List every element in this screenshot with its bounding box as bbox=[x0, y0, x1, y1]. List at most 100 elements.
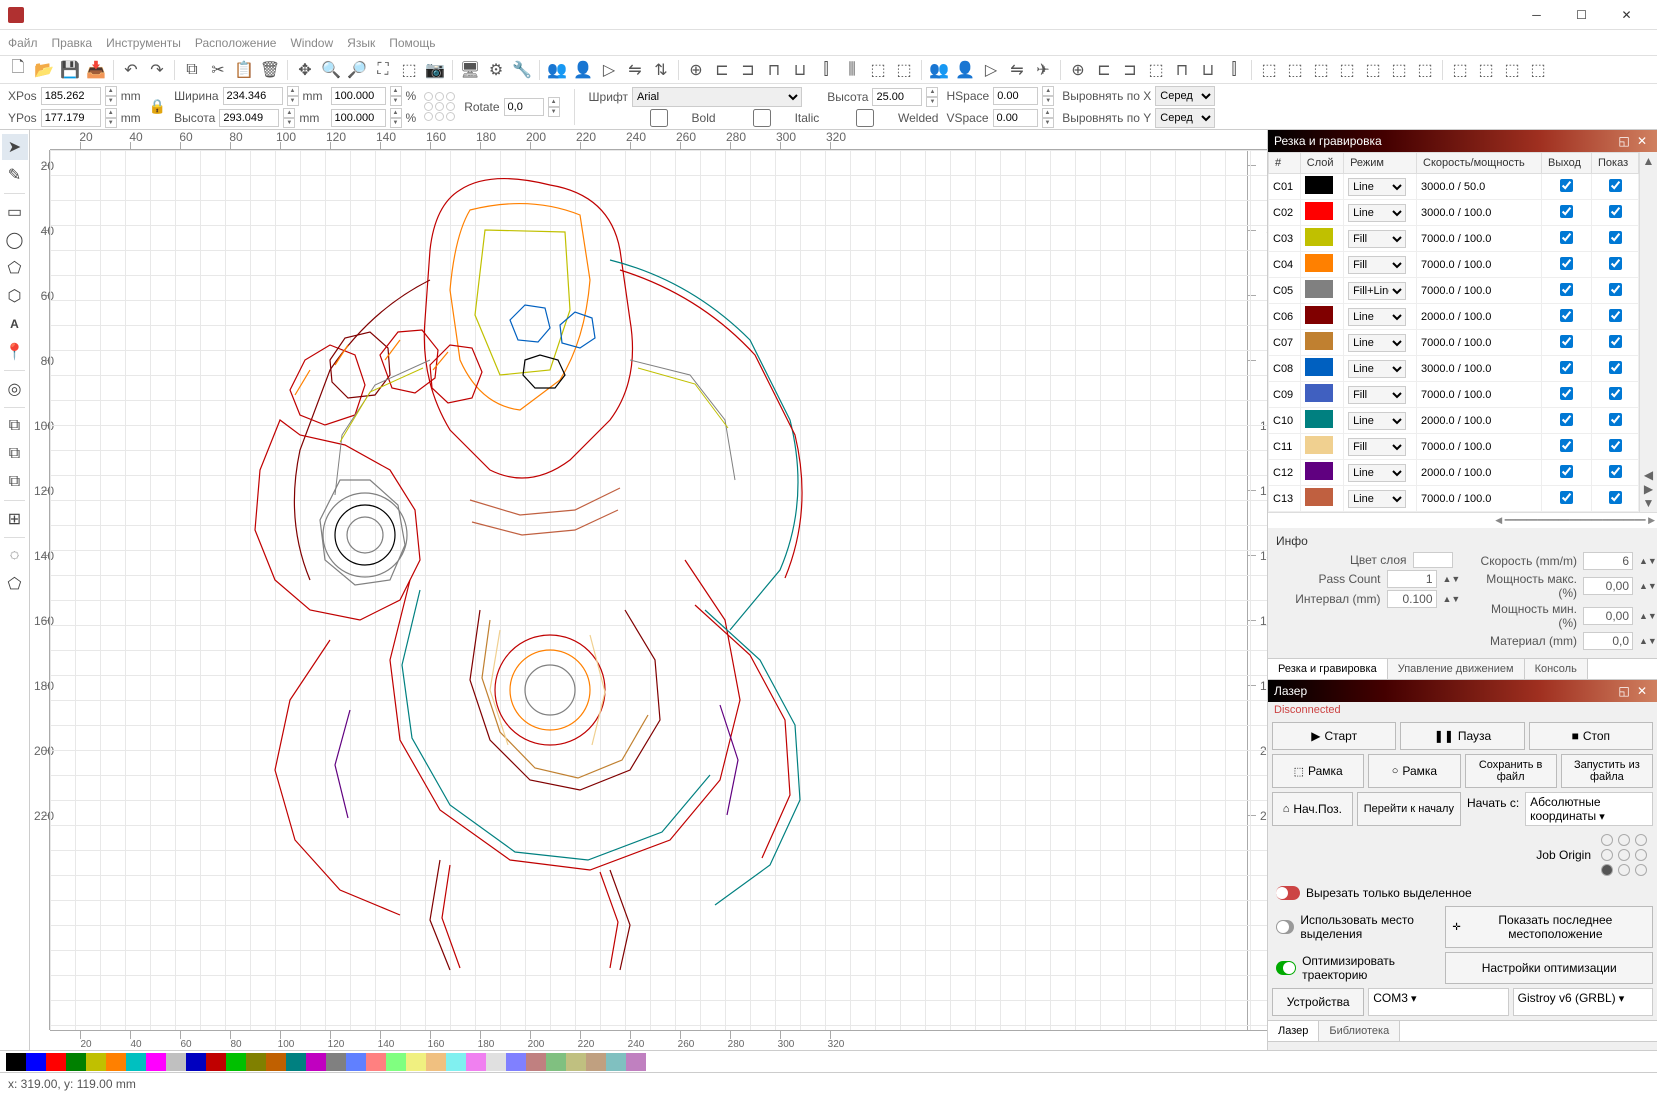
palette-swatch[interactable] bbox=[246, 1053, 266, 1071]
grid-tool-icon[interactable]: ⊞ bbox=[2, 506, 28, 532]
import-icon[interactable]: 📥 bbox=[84, 58, 108, 82]
layer-scrollbar[interactable]: ▲◀▶▼ bbox=[1639, 152, 1657, 512]
palette-swatch[interactable] bbox=[506, 1053, 526, 1071]
palette-swatch[interactable] bbox=[346, 1053, 366, 1071]
goto-origin-button[interactable]: Перейти к началу bbox=[1357, 792, 1461, 826]
palette-swatch[interactable] bbox=[286, 1053, 306, 1071]
italic-checkbox[interactable] bbox=[732, 109, 792, 127]
output-checkbox[interactable] bbox=[1560, 205, 1573, 218]
palette-swatch[interactable] bbox=[586, 1053, 606, 1071]
frame1-button[interactable]: ⬚ Рамка bbox=[1272, 754, 1364, 788]
layer-row[interactable]: C13Line7000.0 / 100.0 bbox=[1269, 486, 1639, 512]
distribute-h-icon[interactable]: ⬚ bbox=[866, 58, 890, 82]
palette-swatch[interactable] bbox=[166, 1053, 186, 1071]
palette-swatch[interactable] bbox=[566, 1053, 586, 1071]
pin-tool-icon[interactable]: 📍 bbox=[2, 339, 28, 365]
pause-button[interactable]: ❚❚ Пауза bbox=[1400, 722, 1524, 750]
alignx-select[interactable]: Серед bbox=[1155, 86, 1215, 106]
ungroup2-icon[interactable]: 👤 bbox=[953, 58, 977, 82]
output-checkbox[interactable] bbox=[1560, 309, 1573, 322]
stop-button[interactable]: ■ Стоп bbox=[1529, 722, 1653, 750]
dist6-icon[interactable]: ⬚ bbox=[1387, 58, 1411, 82]
tools-icon[interactable]: 🔧 bbox=[510, 58, 534, 82]
palette-swatch[interactable] bbox=[466, 1053, 486, 1071]
width-input[interactable] bbox=[223, 87, 283, 105]
palette-swatch[interactable] bbox=[406, 1053, 426, 1071]
monitor-icon[interactable]: 🖥 bbox=[458, 58, 482, 82]
output-checkbox[interactable] bbox=[1560, 283, 1573, 296]
pct2-input[interactable] bbox=[331, 109, 386, 127]
palette-swatch[interactable] bbox=[86, 1053, 106, 1071]
new-icon[interactable]: 🗋 bbox=[6, 58, 30, 82]
layer-row[interactable]: C10Line2000.0 / 100.0 bbox=[1269, 408, 1639, 434]
flip2-icon[interactable]: ▷ bbox=[979, 58, 1003, 82]
layer-row[interactable]: C07Line7000.0 / 100.0 bbox=[1269, 330, 1639, 356]
layer-row[interactable]: C01Line3000.0 / 50.0 bbox=[1269, 174, 1639, 200]
menu-язык[interactable]: Язык bbox=[347, 36, 375, 50]
layer-row[interactable]: C04Fill7000.0 / 100.0 bbox=[1269, 252, 1639, 278]
power-min-input[interactable]: 0,00 bbox=[1583, 607, 1633, 625]
vspace-input[interactable] bbox=[993, 109, 1038, 127]
show-checkbox[interactable] bbox=[1609, 387, 1622, 400]
menu-расположение[interactable]: Расположение bbox=[195, 36, 277, 50]
menu-помощь[interactable]: Помощь bbox=[389, 36, 435, 50]
output-checkbox[interactable] bbox=[1560, 231, 1573, 244]
palette-swatch[interactable] bbox=[66, 1053, 86, 1071]
dock2-icon[interactable]: ⬚ bbox=[1474, 58, 1498, 82]
preview-icon[interactable]: 📷 bbox=[423, 58, 447, 82]
canvas[interactable] bbox=[50, 150, 1267, 1030]
material-input[interactable]: 0,0 bbox=[1583, 632, 1633, 650]
cut-selected-toggle[interactable] bbox=[1276, 886, 1300, 900]
align-left-icon[interactable]: ⊏ bbox=[710, 58, 734, 82]
aligny-select[interactable]: Серед bbox=[1155, 108, 1215, 128]
align7-icon[interactable]: ⊔ bbox=[1196, 58, 1220, 82]
align3-icon[interactable]: ⊏ bbox=[1092, 58, 1116, 82]
zoom-sel-icon[interactable]: ⬚ bbox=[397, 58, 421, 82]
array-tool-icon[interactable]: ◌ bbox=[2, 543, 28, 569]
btab-1[interactable]: Библиотека bbox=[1319, 1021, 1400, 1041]
device-select[interactable]: Gistroy v6 (GRBL) ▾ bbox=[1513, 988, 1653, 1016]
xpos-input[interactable] bbox=[41, 87, 101, 105]
speed-input[interactable]: 6 bbox=[1583, 552, 1633, 570]
run-file-button[interactable]: Запустить из файла bbox=[1561, 754, 1653, 788]
output-checkbox[interactable] bbox=[1560, 179, 1573, 192]
send-icon[interactable]: ✈ bbox=[1031, 58, 1055, 82]
palette-swatch[interactable] bbox=[426, 1053, 446, 1071]
mode-select[interactable]: Line bbox=[1348, 204, 1406, 222]
pointer-tool-icon[interactable]: ➤ bbox=[2, 134, 28, 160]
palette-swatch[interactable] bbox=[206, 1053, 226, 1071]
mode-select[interactable]: Line bbox=[1348, 464, 1406, 482]
interval-input[interactable]: 0.100 bbox=[1387, 590, 1437, 608]
show-checkbox[interactable] bbox=[1609, 283, 1622, 296]
palette-swatch[interactable] bbox=[326, 1053, 346, 1071]
palette-swatch[interactable] bbox=[386, 1053, 406, 1071]
job-origin-grid[interactable] bbox=[1601, 834, 1649, 876]
output-checkbox[interactable] bbox=[1560, 491, 1573, 504]
mode-select[interactable]: Fill bbox=[1348, 256, 1406, 274]
dock1-icon[interactable]: ⬚ bbox=[1448, 58, 1472, 82]
ypos-input[interactable] bbox=[41, 109, 101, 127]
palette-swatch[interactable] bbox=[126, 1053, 146, 1071]
output-checkbox[interactable] bbox=[1560, 257, 1573, 270]
opt-settings-button[interactable]: Настройки оптимизации bbox=[1445, 952, 1653, 984]
palette-swatch[interactable] bbox=[106, 1053, 126, 1071]
frame2-button[interactable]: ○ Рамка bbox=[1368, 754, 1460, 788]
close-button[interactable]: ✕ bbox=[1604, 1, 1649, 29]
zoom-out-icon[interactable]: 🔎 bbox=[345, 58, 369, 82]
palette-swatch[interactable] bbox=[546, 1053, 566, 1071]
mode-select[interactable]: Line bbox=[1348, 412, 1406, 430]
align2-icon[interactable]: ⊕ bbox=[1066, 58, 1090, 82]
palette-swatch[interactable] bbox=[526, 1053, 546, 1071]
align5-icon[interactable]: ⬚ bbox=[1144, 58, 1168, 82]
home-button[interactable]: ⌂ Нач.Поз. bbox=[1272, 792, 1353, 826]
palette-swatch[interactable] bbox=[26, 1053, 46, 1071]
align-hcenter-icon[interactable]: ⫿ bbox=[814, 58, 838, 82]
tab-0[interactable]: Резка и гравировка bbox=[1268, 659, 1388, 679]
port-select[interactable]: COM3 ▾ bbox=[1368, 988, 1508, 1016]
palette-swatch[interactable] bbox=[46, 1053, 66, 1071]
mode-select[interactable]: Fill bbox=[1348, 438, 1406, 456]
pen-tool-icon[interactable]: ✎ bbox=[2, 162, 28, 188]
rect-tool-icon[interactable]: ▭ bbox=[2, 199, 28, 225]
align4-icon[interactable]: ⊐ bbox=[1118, 58, 1142, 82]
power-max-input[interactable]: 0,00 bbox=[1583, 577, 1633, 595]
